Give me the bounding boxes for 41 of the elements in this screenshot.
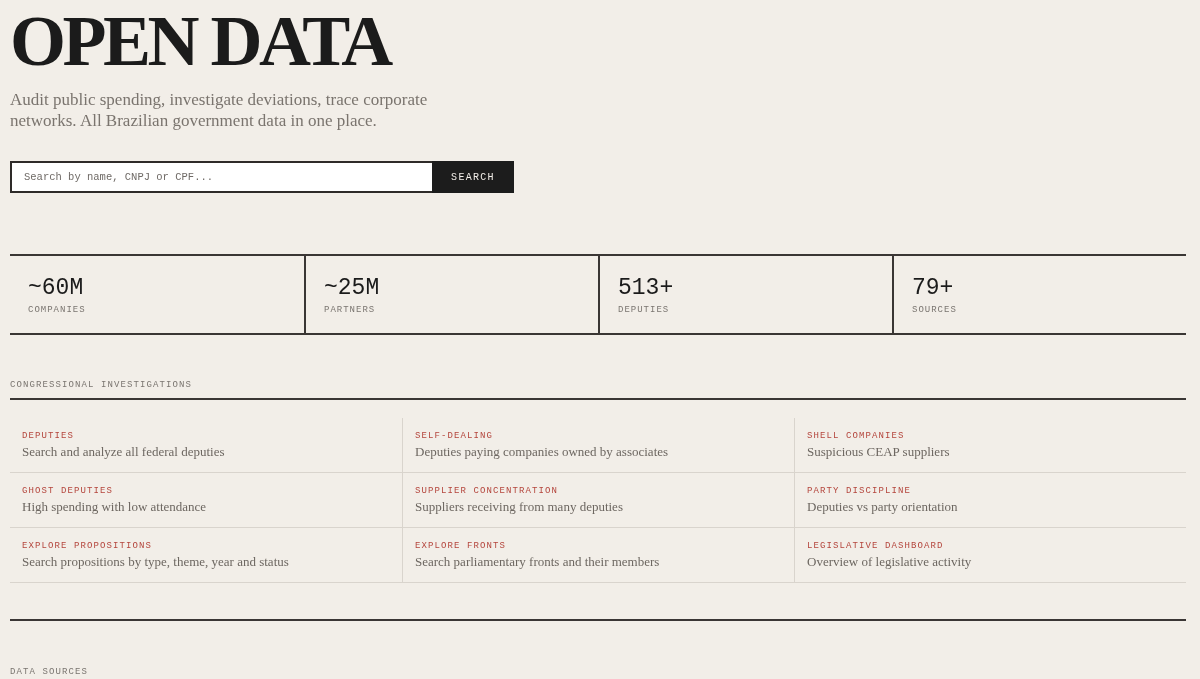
investigation-title: SHELL COMPANIES (807, 430, 905, 443)
stat-value: ~60M (28, 274, 84, 303)
stat-value: 513+ (618, 274, 674, 303)
investigation-link[interactable]: DEPUTIES Search and analyze all federal deputies (10, 418, 402, 473)
investigation-link[interactable]: EXPLORE PROPOSITIONS Search propositions by type, theme, year and status (10, 528, 402, 583)
investigation-title: EXPLORE FRONTS (415, 540, 506, 553)
stat-label: DEPUTIES (618, 304, 670, 317)
investigation-description: Search parliamentary fronts and their members (415, 553, 660, 571)
investigation-link[interactable]: GHOST DEPUTIES High spending with low attendance (10, 473, 402, 528)
investigation-description: Overview of legislative activity (807, 553, 972, 571)
investigation-description: Search and analyze all federal deputies (22, 443, 225, 461)
investigation-title: SELF-DEALING (415, 430, 493, 443)
stat-label: SOURCES (912, 304, 957, 317)
stat-value: 79+ (912, 274, 954, 303)
page-subtitle: Audit public spending, investigate deviations, trace corporate networks. All Brazilian government data in one place. (10, 89, 429, 131)
investigation-title: EXPLORE PROPOSITIONS (22, 540, 153, 553)
investigation-title: GHOST DEPUTIES (22, 485, 113, 498)
page-title: OPEN DATA (10, 5, 390, 77)
section-heading: DATA SOURCES (10, 666, 88, 679)
investigation-description: Suppliers receiving from many deputies (415, 498, 623, 516)
search-button[interactable]: SEARCH (432, 161, 514, 193)
investigation-title: LEGISLATIVE DASHBOARD (807, 540, 944, 553)
investigation-title: PARTY DISCIPLINE (807, 485, 911, 498)
stat-value: ~25M (324, 274, 380, 303)
stat-label: COMPANIES (28, 304, 86, 317)
investigation-link[interactable]: PARTY DISCIPLINE Deputies vs party orientation (794, 473, 1186, 528)
investigation-description: Deputies vs party orientation (807, 498, 958, 516)
investigation-link[interactable]: EXPLORE FRONTS Search parliamentary fronts and their members (402, 528, 794, 583)
investigation-description: Deputies paying companies owned by associates (415, 443, 669, 461)
investigation-link[interactable]: LEGISLATIVE DASHBOARD Overview of legislative activity (794, 528, 1186, 583)
investigation-description: Search propositions by type, theme, year and status (22, 553, 289, 571)
investigation-title: DEPUTIES (22, 430, 74, 443)
investigation-link[interactable]: SUPPLIER CONCENTRATION Suppliers receiving from many deputies (402, 473, 794, 528)
investigation-link[interactable]: SHELL COMPANIES Suspicious CEAP suppliers (794, 418, 1186, 473)
search-field[interactable]: Search by name, CNPJ or CPF... (10, 161, 432, 193)
investigation-description: Suspicious CEAP suppliers (807, 443, 950, 461)
section-heading: CONGRESSIONAL INVESTIGATIONS (10, 379, 193, 392)
investigation-title: SUPPLIER CONCENTRATION (415, 485, 559, 498)
investigation-description: High spending with low attendance (22, 498, 207, 516)
investigation-link[interactable]: SELF-DEALING Deputies paying companies owned by associates (402, 418, 794, 473)
stat-label: PARTNERS (324, 304, 376, 317)
